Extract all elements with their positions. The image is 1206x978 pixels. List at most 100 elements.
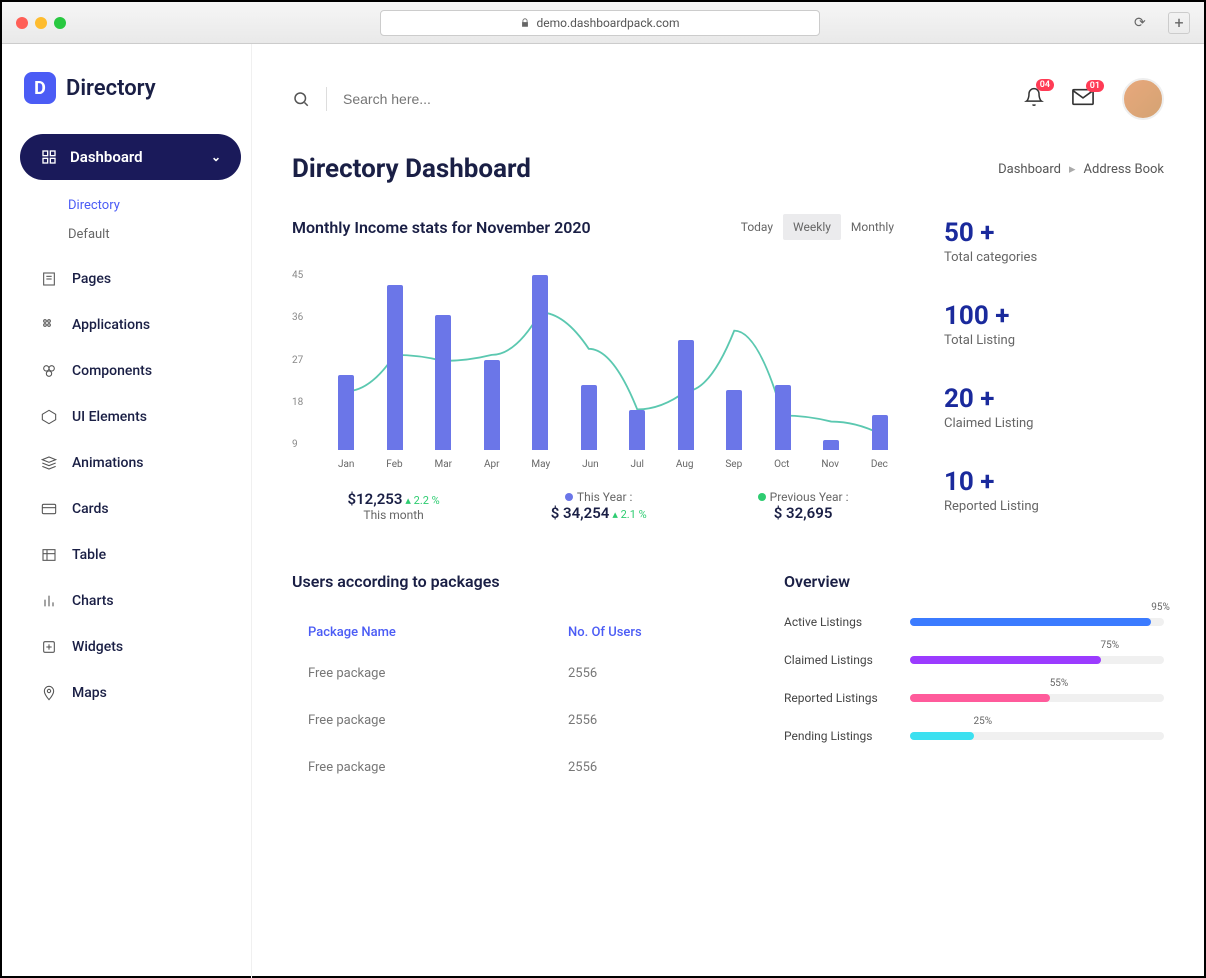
- components-icon: [40, 362, 58, 380]
- sidebar-item-charts[interactable]: Charts: [20, 578, 241, 624]
- progress-bar: 75%: [910, 656, 1164, 664]
- apps-icon: [40, 316, 58, 334]
- charts-icon: [40, 592, 58, 610]
- bar-nov: [823, 440, 839, 450]
- ui-icon: [40, 408, 58, 426]
- table-row[interactable]: Free package2556: [292, 697, 724, 744]
- mail-badge: 01: [1086, 80, 1104, 92]
- overview-card: Overview Active Listings95%Claimed Listi…: [784, 572, 1164, 791]
- stat-label: Total categories: [944, 250, 1164, 265]
- progress-bar: 25%: [910, 732, 1164, 740]
- table-row[interactable]: Free package2556: [292, 650, 724, 697]
- messages-button[interactable]: 01: [1072, 88, 1094, 110]
- bar-jul: [629, 410, 645, 450]
- stat-total-categories: 50 +Total categories: [944, 218, 1164, 265]
- chevron-down-icon: ⌄: [211, 150, 221, 164]
- overview-row-claimed-listings: Claimed Listings 75%: [784, 653, 1164, 667]
- sidebar-item-animations[interactable]: Animations: [20, 440, 241, 486]
- breadcrumb: Dashboard ▸ Address Book: [998, 162, 1164, 177]
- chart-x-axis: JanFebMarAprMayJunJulAugSepOctNovDec: [322, 459, 904, 470]
- range-tab-monthly[interactable]: Monthly: [841, 214, 904, 240]
- new-tab-button[interactable]: +: [1168, 12, 1190, 34]
- overview-row-active-listings: Active Listings95%: [784, 615, 1164, 629]
- search-input[interactable]: [343, 91, 543, 107]
- stat-claimed-listing: 20 + Claimed Listing: [944, 384, 1164, 431]
- crumb-address-book[interactable]: Address Book: [1084, 162, 1164, 177]
- search-box[interactable]: [292, 87, 543, 111]
- table-row[interactable]: Free package2556: [292, 744, 724, 791]
- stat-this-year-pct: ▴ 2.1 %: [612, 508, 646, 521]
- sidebar-item-table[interactable]: Table: [20, 532, 241, 578]
- bar-sep: [726, 390, 742, 450]
- bar-apr: [484, 360, 500, 450]
- x-tick: Feb: [386, 459, 402, 470]
- close-icon[interactable]: [16, 17, 28, 29]
- stat-reported-listing: 10 +Reported Listing: [944, 467, 1164, 514]
- income-chart-card: Monthly Income stats for November 2020 T…: [292, 214, 904, 522]
- maximize-icon[interactable]: [54, 17, 66, 29]
- overview-label: Claimed Listings: [784, 653, 894, 667]
- crumb-dashboard[interactable]: Dashboard: [998, 162, 1061, 177]
- sidebar-item-label: Maps: [72, 685, 107, 701]
- minimize-icon[interactable]: [35, 17, 47, 29]
- cell-package: Free package: [308, 760, 568, 775]
- chevron-right-icon: ▸: [1069, 162, 1076, 177]
- bar-aug: [678, 340, 694, 450]
- reload-icon[interactable]: ⟳: [1134, 15, 1158, 31]
- sidebar-subitem-directory[interactable]: Directory: [68, 198, 241, 213]
- cell-users: 2556: [568, 760, 708, 775]
- stat-month-value: $12,253: [347, 490, 402, 508]
- bar-jun: [581, 385, 597, 450]
- chart-range-tabs: TodayWeeklyMonthly: [731, 214, 904, 240]
- range-tab-today[interactable]: Today: [731, 214, 783, 240]
- stat-label: Claimed Listing: [944, 416, 1164, 431]
- sidebar-item-ui-elements[interactable]: UI Elements: [20, 394, 241, 440]
- sidebar-submenu: Directory Default: [20, 192, 241, 256]
- stat-value: 20 +: [944, 384, 1164, 414]
- brand-name: Directory: [66, 76, 156, 101]
- bar-oct: [775, 385, 791, 450]
- avatar[interactable]: [1122, 78, 1164, 120]
- sidebar-item-label: Cards: [72, 501, 109, 517]
- range-tab-weekly[interactable]: Weekly: [783, 214, 841, 240]
- topbar: 04 01: [292, 64, 1164, 134]
- sidebar-item-maps[interactable]: Maps: [20, 670, 241, 716]
- overview-label: Pending Listings: [784, 729, 894, 743]
- stat-total-listing: 100 + Total Listing: [944, 301, 1164, 348]
- legend-dot-this-year: [565, 493, 573, 501]
- sidebar-item-cards[interactable]: Cards: [20, 486, 241, 532]
- stat-month-label: This month: [347, 508, 439, 522]
- bell-badge: 04: [1036, 79, 1054, 91]
- stat-value: 100 +: [944, 301, 1164, 331]
- browser-window: demo.dashboardpack.com ⟳ + D Directory D…: [0, 0, 1206, 978]
- brand-row[interactable]: D Directory: [20, 64, 241, 134]
- legend-this-year: This Year :: [577, 490, 633, 504]
- bar-may: [532, 275, 548, 450]
- stat-label: Total Listing: [944, 333, 1164, 348]
- legend-prev-year: Previous Year :: [770, 490, 849, 504]
- sidebar-item-dashboard[interactable]: Dashboard ⌄: [20, 134, 241, 180]
- x-tick: May: [531, 459, 550, 470]
- sidebar-item-label: Charts: [72, 593, 114, 609]
- sidebar-item-widgets[interactable]: Widgets: [20, 624, 241, 670]
- notifications-button[interactable]: 04: [1024, 87, 1044, 111]
- divider: [326, 87, 327, 111]
- sidebar-item-label: Dashboard: [70, 148, 143, 166]
- address-bar[interactable]: demo.dashboardpack.com: [380, 10, 820, 36]
- sidebar-item-label: Applications: [72, 317, 150, 333]
- sidebar-subitem-default[interactable]: Default: [68, 227, 241, 242]
- sidebar-item-applications[interactable]: Applications: [20, 302, 241, 348]
- packages-card: Users according to packages Package Name…: [292, 572, 724, 791]
- sidebar-item-pages[interactable]: Pages: [20, 256, 241, 302]
- sidebar-item-label: UI Elements: [72, 409, 147, 425]
- bar-feb: [387, 285, 403, 450]
- packages-title: Users according to packages: [292, 572, 724, 591]
- stat-month-pct: ▴ 2.2 %: [405, 494, 439, 507]
- x-tick: Jun: [582, 459, 599, 470]
- x-tick: Apr: [484, 459, 500, 470]
- sidebar-item-label: Components: [72, 363, 152, 379]
- sidebar-item-components[interactable]: Components: [20, 348, 241, 394]
- chart-bars: [322, 270, 904, 450]
- cell-users: 2556: [568, 713, 708, 728]
- url-text: demo.dashboardpack.com: [536, 16, 679, 30]
